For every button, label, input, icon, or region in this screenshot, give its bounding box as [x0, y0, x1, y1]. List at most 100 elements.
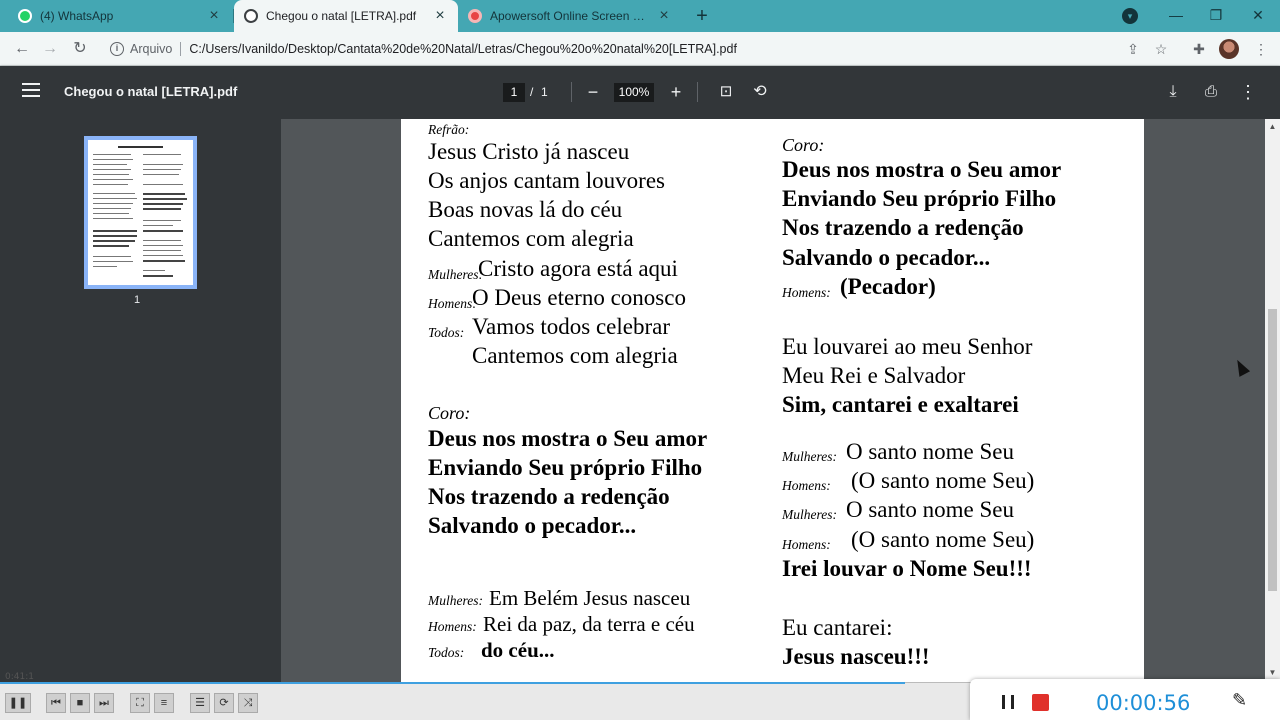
pdf-page: Refrão: Jesus Cristo já nasceu Os anjos … — [401, 119, 1144, 682]
role-label: Homens: — [428, 296, 477, 311]
tab-search-icon[interactable]: ▾ — [1122, 8, 1138, 24]
role-label: Todos: — [428, 325, 465, 340]
browser-toolbar: ← → ↻ i Arquivo C:/Users/Ivanildo/Deskto… — [0, 32, 1280, 66]
coro-label: Coro: — [782, 135, 825, 155]
rotate-icon[interactable]: ⟲ — [748, 80, 772, 104]
print-icon[interactable]: ⎙ — [1199, 80, 1223, 104]
close-icon[interactable]: × — [206, 7, 222, 25]
recorder-panel: 00:00:56 ✎ — [970, 679, 1280, 720]
close-icon[interactable]: × — [656, 7, 672, 25]
page-number-input[interactable]: 1 — [503, 83, 525, 102]
stop-icon[interactable]: ■ — [70, 693, 90, 713]
scroll-up-icon[interactable]: ▲ — [1268, 122, 1277, 132]
previous-icon[interactable]: ⏮ — [46, 693, 66, 713]
toolbar-divider — [697, 82, 698, 102]
address-url[interactable]: C:/Users/Ivanildo/Desktop/Cantata%20de%2… — [189, 42, 737, 56]
lyric-line: Salvando o pecador... — [782, 245, 991, 270]
page-separator: / — [530, 85, 534, 99]
fullscreen-icon[interactable]: ⛶ — [130, 693, 150, 713]
lyric-line: Nos trazendo a redenção — [782, 215, 1024, 240]
new-tab-button[interactable]: + — [690, 4, 714, 28]
download-icon[interactable]: ⤓ — [1161, 80, 1185, 104]
profile-avatar[interactable] — [1219, 39, 1239, 59]
address-divider — [180, 42, 182, 56]
role-label: Homens: — [428, 619, 477, 634]
coro-label: Coro: — [428, 403, 471, 423]
pen-icon[interactable]: ✎ — [1232, 690, 1247, 711]
lyric-line: (Pecador) — [840, 274, 936, 299]
tab-title: Chegou o natal [LETRA].pdf — [266, 9, 417, 23]
lyric-line: Nos trazendo a redenção — [428, 484, 670, 509]
zoom-in-icon[interactable]: + — [664, 80, 688, 104]
hamburger-menu-icon[interactable] — [22, 83, 40, 99]
role-label: Homens: — [782, 285, 831, 300]
lyric-line: Jesus nasceu!!! — [782, 644, 930, 669]
fit-page-icon[interactable]: ⊡ — [714, 80, 738, 104]
more-options-icon[interactable]: ⋮ — [1236, 80, 1260, 104]
apowersoft-icon — [468, 9, 482, 23]
extensions-icon[interactable]: ✚ — [1190, 41, 1208, 58]
scroll-thumb[interactable] — [1268, 309, 1277, 591]
restore-icon[interactable]: ❐ — [1204, 4, 1228, 26]
info-icon[interactable]: i — [110, 42, 124, 56]
globe-icon — [244, 9, 258, 23]
role-label: Todos: — [428, 645, 465, 660]
pause-icon[interactable]: ❚❚ — [5, 693, 31, 713]
pdf-viewer[interactable]: Refrão: Jesus Cristo já nasceu Os anjos … — [281, 119, 1265, 682]
tab-title: Apowersoft Online Screen Recorder — [490, 9, 650, 23]
tab-whatsapp[interactable]: (4) WhatsApp × — [8, 0, 232, 32]
pdf-toolbar: Chegou o natal [LETRA].pdf 1 / 1 − 100% … — [0, 66, 1280, 119]
recorder-pause-icon[interactable] — [1002, 695, 1014, 709]
next-icon[interactable]: ⏭ — [94, 693, 114, 713]
recorder-stop-icon[interactable] — [1032, 694, 1049, 711]
thumbnail-page-number: 1 — [134, 294, 141, 306]
minimize-icon[interactable]: — — [1164, 4, 1188, 26]
lyric-line: do céu... — [481, 638, 555, 662]
recorder-timer: 00:00:56 — [1096, 691, 1191, 715]
role-label: Mulheres: — [428, 267, 483, 282]
zoom-out-icon[interactable]: − — [581, 80, 605, 104]
forward-icon[interactable]: → — [38, 37, 62, 61]
playlist-icon[interactable]: ☰ — [190, 693, 210, 713]
zoom-level-input[interactable]: 100% — [614, 83, 654, 102]
close-icon[interactable]: × — [432, 7, 448, 25]
role-label: Mulheres: — [782, 449, 837, 464]
scroll-down-icon[interactable]: ▼ — [1268, 668, 1277, 678]
pdf-title: Chegou o natal [LETRA].pdf — [64, 84, 238, 99]
reload-icon[interactable]: ↻ — [68, 37, 92, 61]
lyric-line: Deus nos mostra o Seu amor — [428, 426, 708, 451]
thumbnail-sidebar: 1 — [0, 119, 281, 682]
menu-kebab-icon[interactable]: ⋮ — [1252, 41, 1270, 58]
lyric-line: Eu louvarei ao meu Senhor — [782, 334, 1033, 359]
role-label: Homens: — [782, 478, 831, 493]
lyric-line: Enviando Seu próprio Filho — [428, 455, 703, 480]
equalizer-icon[interactable]: ≡ — [154, 693, 174, 713]
lyric-line: O santo nome Seu — [846, 497, 1015, 522]
bookmark-star-icon[interactable]: ☆ — [1152, 41, 1170, 58]
lyric-line: Cantemos com alegria — [428, 226, 634, 251]
lyric-line: Os anjos cantam louvores — [428, 168, 665, 193]
role-label: Mulheres: — [428, 593, 483, 608]
window-close-icon[interactable]: ✕ — [1246, 4, 1270, 26]
lyric-line: Deus nos mostra o Seu amor — [782, 157, 1062, 182]
page-total: 1 — [541, 85, 548, 99]
vertical-scrollbar[interactable]: ▲ ▼ — [1265, 119, 1280, 682]
tab-apowersoft[interactable]: Apowersoft Online Screen Recorder × — [458, 0, 682, 32]
lyric-line: Sim, cantarei e exaltarei — [782, 392, 1019, 417]
back-icon[interactable]: ← — [10, 37, 34, 61]
lyric-line: Meu Rei e Salvador — [782, 363, 966, 388]
tab-title: (4) WhatsApp — [40, 9, 114, 23]
playback-progress[interactable] — [0, 682, 905, 684]
shuffle-icon[interactable]: ⤨ — [238, 693, 258, 713]
elapsed-time: 0:41:1 — [5, 672, 34, 682]
tab-pdf[interactable]: Chegou o natal [LETRA].pdf × — [234, 0, 458, 32]
repeat-icon[interactable]: ⟳ — [214, 693, 234, 713]
share-icon[interactable]: ⇪ — [1124, 41, 1142, 58]
whatsapp-icon — [18, 9, 32, 23]
lyric-line: Cristo agora está aqui — [478, 256, 678, 281]
lyric-line: Rei da paz, da terra e céu — [483, 612, 695, 636]
address-bar[interactable]: i Arquivo C:/Users/Ivanildo/Desktop/Cant… — [104, 36, 1180, 62]
lyric-line: (O santo nome Seu) — [851, 468, 1035, 493]
role-label: Homens: — [782, 537, 831, 552]
page-thumbnail[interactable] — [84, 136, 197, 289]
